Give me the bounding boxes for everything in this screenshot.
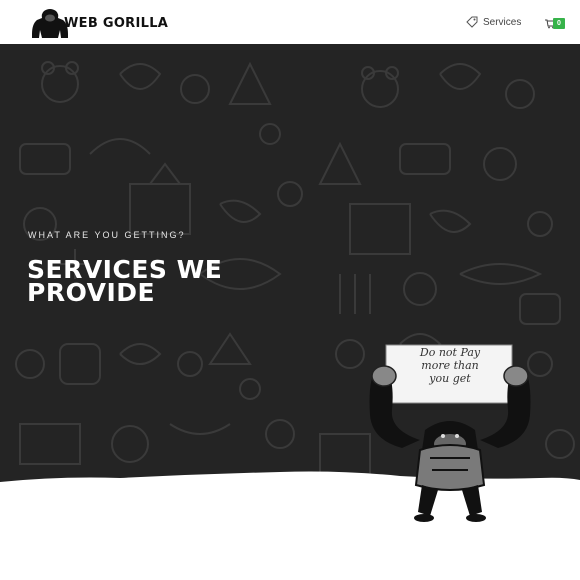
brand-logo[interactable]: WEB GORILLA <box>30 7 168 39</box>
cart-count-badge: 0 <box>553 18 565 29</box>
tag-icon <box>466 16 478 28</box>
hero-eyebrow: WHAT ARE YOU GETTING? <box>28 230 186 240</box>
nav-services-link[interactable]: Services <box>466 16 521 28</box>
sign-line-1: Do not Pay <box>419 346 481 359</box>
sign-line-2: more than <box>421 359 479 372</box>
site-header: WEB GORILLA Services 0 <box>0 0 580 44</box>
nav-services-label: Services <box>483 16 522 28</box>
sign-text: Do not Pay more than you get <box>390 346 510 385</box>
brand-name: WEB GORILLA <box>64 15 169 31</box>
hero-title: SERVICES WE PROVIDE <box>27 255 223 307</box>
cart-button[interactable]: 0 <box>544 16 566 30</box>
sign-line-3: you get <box>429 372 471 385</box>
